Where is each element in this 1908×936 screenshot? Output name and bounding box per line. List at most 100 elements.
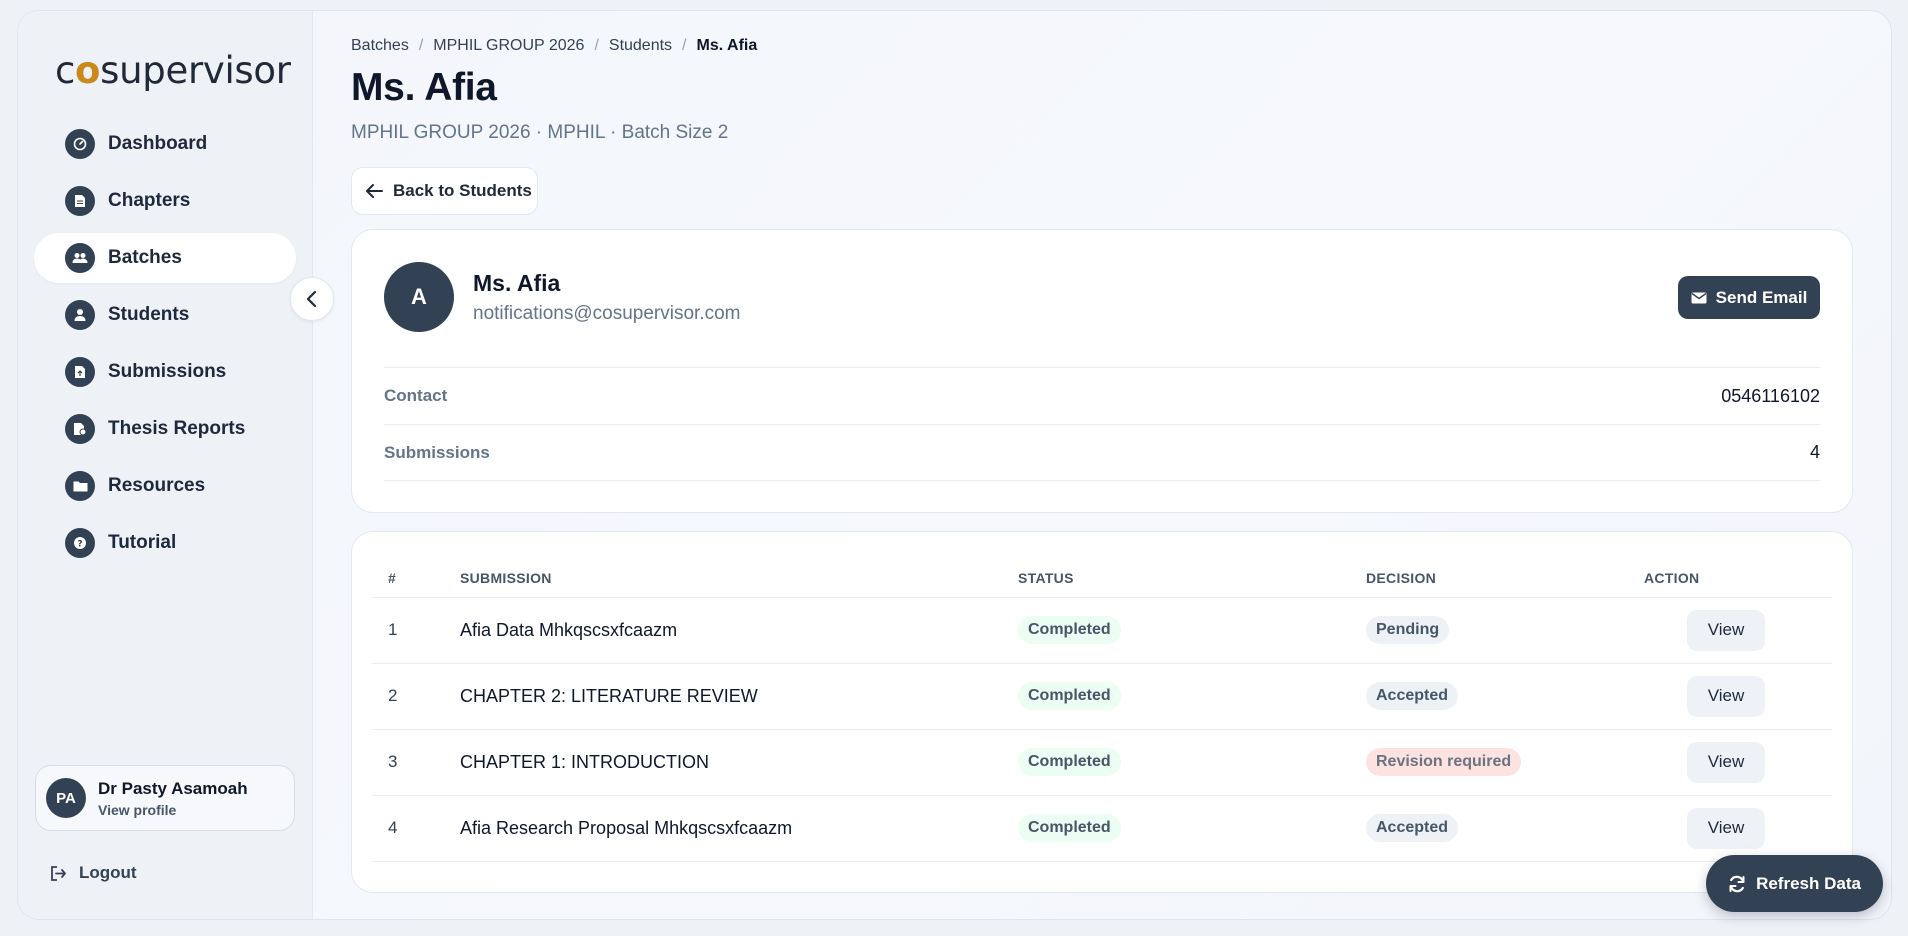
refresh-data-button[interactable]: Refresh Data bbox=[1706, 855, 1883, 912]
logout-icon bbox=[51, 865, 66, 881]
status-badge: Completed bbox=[1018, 616, 1121, 644]
arrow-left-icon bbox=[366, 184, 383, 198]
column-header-decision: DECISION bbox=[1366, 560, 1644, 598]
contact-value: 0546116102 bbox=[1721, 385, 1820, 406]
view-button[interactable]: View bbox=[1687, 741, 1765, 783]
sidebar-item-label: Batches bbox=[108, 247, 182, 268]
sidebar-item-label: Tutorial bbox=[108, 532, 177, 553]
student-profile-card: A Ms. Afia notifications@cosupervisor.co… bbox=[351, 229, 1853, 513]
report-icon bbox=[65, 414, 95, 444]
table-row: 4 Afia Research Proposal Mhkqscsxfcaazm … bbox=[372, 795, 1832, 862]
sidebar-item-chapters[interactable]: Chapters bbox=[34, 176, 296, 226]
mail-icon bbox=[1691, 292, 1707, 303]
collapse-sidebar-button[interactable] bbox=[290, 277, 334, 321]
upload-file-icon bbox=[65, 357, 95, 387]
decision-badge: Accepted bbox=[1366, 682, 1459, 710]
row-number: 2 bbox=[372, 663, 460, 730]
profile-card[interactable]: PA Dr Pasty Asamoah View profile bbox=[35, 765, 295, 831]
breadcrumb: Batches / MPHIL GROUP 2026 / Students / … bbox=[351, 37, 757, 55]
view-profile-link[interactable]: View profile bbox=[98, 802, 248, 818]
back-label: Back to Students bbox=[393, 181, 532, 200]
main-content: Batches / MPHIL GROUP 2026 / Students / … bbox=[351, 11, 1871, 919]
sidebar-item-label: Submissions bbox=[108, 361, 227, 382]
contact-label: Contact bbox=[384, 386, 448, 405]
view-button[interactable]: View bbox=[1687, 609, 1765, 651]
submission-title: Afia Research Proposal Mhkqscsxfcaazm bbox=[460, 795, 1018, 862]
breadcrumb-batch[interactable]: MPHIL GROUP 2026 bbox=[433, 37, 584, 55]
status-badge: Completed bbox=[1018, 682, 1121, 710]
refresh-icon bbox=[1729, 875, 1745, 892]
submissions-table: # SUBMISSION STATUS DECISION ACTION 1 Af… bbox=[372, 560, 1832, 862]
student-name: Ms. Afia bbox=[473, 270, 561, 296]
column-header-number: # bbox=[372, 560, 460, 598]
column-header-status: STATUS bbox=[1018, 560, 1366, 598]
row-number: 4 bbox=[372, 795, 460, 862]
help-icon: ? bbox=[65, 528, 95, 558]
sidebar: cosupervisor Dashboard Chapters Batches bbox=[18, 11, 313, 919]
send-email-button[interactable]: Send Email bbox=[1678, 276, 1820, 319]
sidebar-item-batches[interactable]: Batches bbox=[34, 233, 296, 283]
gauge-icon bbox=[65, 129, 95, 159]
sidebar-item-tutorial[interactable]: ? Tutorial bbox=[34, 518, 296, 568]
view-button[interactable]: View bbox=[1687, 807, 1765, 849]
page-title: Ms. Afia bbox=[351, 66, 497, 109]
submissions-label: Submissions bbox=[384, 442, 490, 462]
breadcrumb-students[interactable]: Students bbox=[609, 37, 672, 55]
logout-label: Logout bbox=[79, 863, 137, 882]
sidebar-item-label: Dashboard bbox=[108, 133, 208, 154]
sidebar-item-label: Resources bbox=[108, 475, 206, 496]
decision-badge: Pending bbox=[1366, 616, 1450, 644]
student-icon bbox=[65, 300, 95, 330]
submission-title: CHAPTER 2: LITERATURE REVIEW bbox=[460, 663, 1018, 730]
student-email: notifications@cosupervisor.com bbox=[473, 303, 741, 324]
submission-title: CHAPTER 1: INTRODUCTION bbox=[460, 729, 1018, 796]
contact-row: Contact 0546116102 bbox=[384, 367, 1820, 424]
sidebar-item-thesis-reports[interactable]: Thesis Reports bbox=[34, 404, 296, 454]
submissions-count: 4 bbox=[1809, 442, 1820, 462]
student-avatar: A bbox=[384, 262, 454, 332]
table-row: 3 CHAPTER 1: INTRODUCTION Completed Revi… bbox=[372, 729, 1832, 796]
app-logo[interactable]: cosupervisor bbox=[55, 49, 291, 92]
refresh-label: Refresh Data bbox=[1756, 873, 1861, 893]
row-number: 1 bbox=[372, 597, 460, 664]
submissions-table-card: # SUBMISSION STATUS DECISION ACTION 1 Af… bbox=[351, 531, 1853, 893]
sidebar-nav: Dashboard Chapters Batches Students Subm… bbox=[34, 119, 296, 575]
view-button[interactable]: View bbox=[1687, 675, 1765, 717]
table-row: 1 Afia Data Mhkqscsxfcaazm Completed Pen… bbox=[372, 597, 1832, 664]
svg-text:?: ? bbox=[77, 540, 82, 550]
column-header-action: ACTION bbox=[1644, 560, 1832, 598]
sidebar-item-students[interactable]: Students bbox=[34, 290, 296, 340]
page-subtitle: MPHIL GROUP 2026 · MPHIL · Batch Size 2 bbox=[351, 122, 729, 143]
breadcrumb-current: Ms. Afia bbox=[696, 37, 758, 54]
decision-badge: Revision required bbox=[1366, 748, 1522, 776]
submissions-row: Submissions 4 bbox=[384, 424, 1820, 481]
sidebar-item-resources[interactable]: Resources bbox=[34, 461, 296, 511]
sidebar-item-label: Thesis Reports bbox=[108, 418, 246, 439]
profile-name: Dr Pasty Asamoah bbox=[98, 778, 248, 798]
decision-badge: Accepted bbox=[1366, 814, 1459, 842]
send-email-label: Send Email bbox=[1715, 287, 1808, 307]
breadcrumb-separator: / bbox=[682, 37, 687, 54]
breadcrumb-separator: / bbox=[594, 37, 599, 54]
sidebar-item-submissions[interactable]: Submissions bbox=[34, 347, 296, 397]
sidebar-item-label: Students bbox=[108, 304, 190, 325]
document-icon bbox=[65, 186, 95, 216]
table-row: 2 CHAPTER 2: LITERATURE REVIEW Completed… bbox=[372, 663, 1832, 730]
column-header-submission: SUBMISSION bbox=[460, 560, 1018, 598]
users-icon bbox=[65, 243, 95, 273]
sidebar-item-dashboard[interactable]: Dashboard bbox=[34, 119, 296, 169]
table-header-row: # SUBMISSION STATUS DECISION ACTION bbox=[372, 560, 1832, 598]
breadcrumb-separator: / bbox=[418, 37, 424, 54]
status-badge: Completed bbox=[1018, 748, 1121, 776]
avatar: PA bbox=[46, 778, 86, 818]
row-number: 3 bbox=[372, 729, 460, 796]
sidebar-item-label: Chapters bbox=[108, 190, 191, 211]
logout-button[interactable]: Logout bbox=[50, 863, 137, 883]
breadcrumb-batches[interactable]: Batches bbox=[351, 37, 409, 55]
chevron-left-icon bbox=[306, 290, 317, 308]
back-to-students-button[interactable]: Back to Students bbox=[351, 167, 538, 215]
folder-icon bbox=[65, 471, 95, 501]
submission-title: Afia Data Mhkqscsxfcaazm bbox=[460, 597, 1018, 664]
app-frame: cosupervisor Dashboard Chapters Batches bbox=[17, 10, 1892, 920]
status-badge: Completed bbox=[1018, 814, 1121, 842]
